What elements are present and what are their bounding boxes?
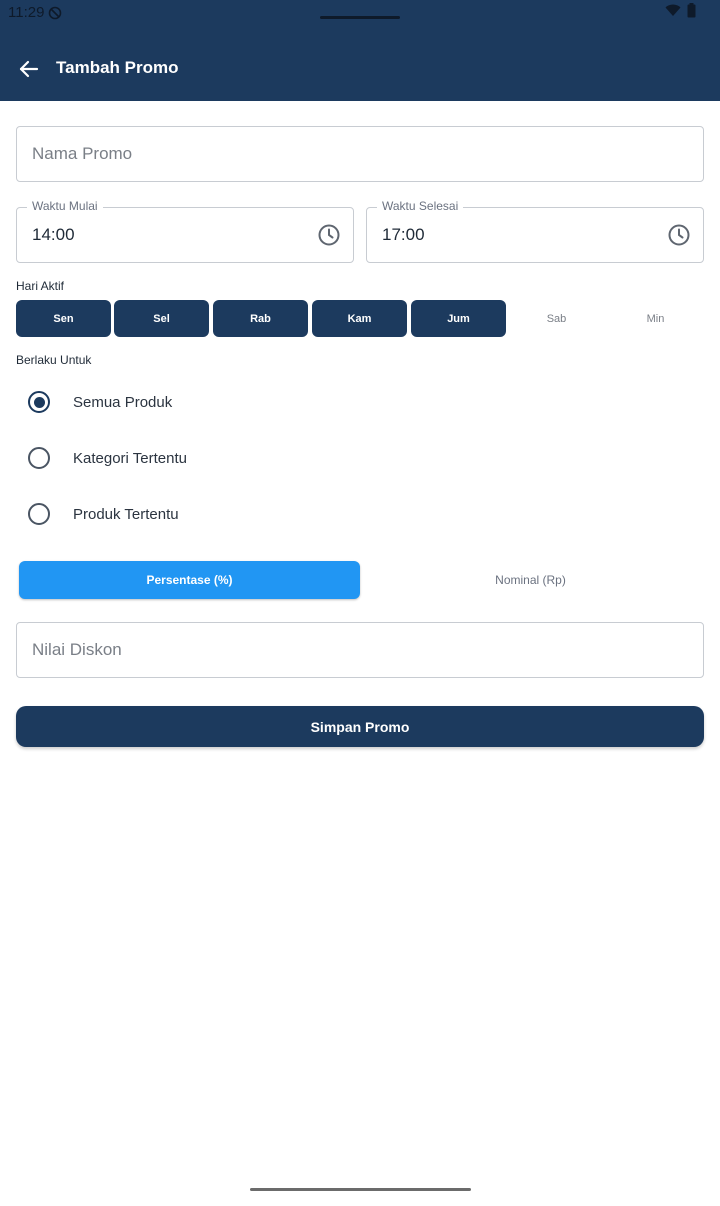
day-chip-label: Jum <box>447 312 470 325</box>
dnd-icon <box>49 6 62 19</box>
app-bar: 11:29 Tambah Promo <box>0 0 720 101</box>
start-time-value: 14:00 <box>32 225 75 244</box>
arrow-left-icon <box>19 60 39 78</box>
radio-produk-tertentu[interactable]: Produk Tertentu <box>28 498 179 530</box>
applies-to-label: Berlaku Untuk <box>16 353 92 367</box>
radio-button[interactable] <box>28 391 50 413</box>
battery-icon <box>687 3 696 18</box>
promo-name-field[interactable] <box>16 126 704 182</box>
day-chip-sen[interactable]: Sen <box>16 300 111 337</box>
radio-label: Produk Tertentu <box>73 505 179 523</box>
day-chip-jum[interactable]: Jum <box>411 300 506 337</box>
discount-type-percentage[interactable]: Persentase (%) <box>19 561 360 599</box>
radio-button[interactable] <box>28 447 50 469</box>
save-promo-label: Simpan Promo <box>310 718 410 735</box>
status-icons <box>665 3 696 18</box>
day-chip-label: Rab <box>250 312 271 325</box>
discount-value-input[interactable] <box>17 623 703 677</box>
page-title: Tambah Promo <box>56 58 179 77</box>
start-time-field[interactable]: Waktu Mulai 14:00 <box>16 199 354 263</box>
home-indicator <box>250 1188 471 1191</box>
active-days-label: Hari Aktif <box>16 279 65 293</box>
day-chip-label: Kam <box>347 312 372 325</box>
radio-semua-produk[interactable]: Semua Produk <box>28 386 172 418</box>
clock-icon[interactable] <box>317 223 341 247</box>
camera-notch <box>320 16 400 19</box>
discount-type-nominal[interactable]: Nominal (Rp) <box>360 561 701 599</box>
day-chip-sel[interactable]: Sel <box>114 300 209 337</box>
start-time-label: Waktu Mulai <box>27 199 103 213</box>
status-time: 11:29 <box>8 4 62 21</box>
day-chip-kam[interactable]: Kam <box>312 300 407 337</box>
day-chip-label: Sen <box>53 312 74 325</box>
segment-label: Persentase (%) <box>146 573 233 587</box>
day-chip-rab[interactable]: Rab <box>213 300 308 337</box>
radio-kategori-tertentu[interactable]: Kategori Tertentu <box>28 442 187 474</box>
radio-label: Semua Produk <box>73 393 173 411</box>
promo-name-input[interactable] <box>17 127 703 181</box>
radio-dot <box>33 396 45 408</box>
wifi-icon <box>665 4 681 16</box>
day-chip-sab[interactable]: Sab <box>509 300 604 337</box>
segment-label: Nominal (Rp) <box>495 573 566 587</box>
back-button[interactable] <box>14 54 44 84</box>
radio-label: Kategori Tertentu <box>73 449 187 467</box>
end-time-value: 17:00 <box>382 225 425 244</box>
status-time-text: 11:29 <box>8 4 45 21</box>
clock-icon[interactable] <box>667 223 691 247</box>
day-chip-label: Sel <box>153 312 170 325</box>
end-time-field[interactable]: Waktu Selesai 17:00 <box>366 199 704 263</box>
day-chip-label: Sab <box>546 312 567 325</box>
radio-button[interactable] <box>28 503 50 525</box>
discount-value-field[interactable] <box>16 622 704 678</box>
save-promo-button[interactable]: Simpan Promo <box>16 706 704 747</box>
day-chip-label: Min <box>646 312 665 325</box>
day-chip-min[interactable]: Min <box>608 300 703 337</box>
end-time-label: Waktu Selesai <box>377 199 464 213</box>
